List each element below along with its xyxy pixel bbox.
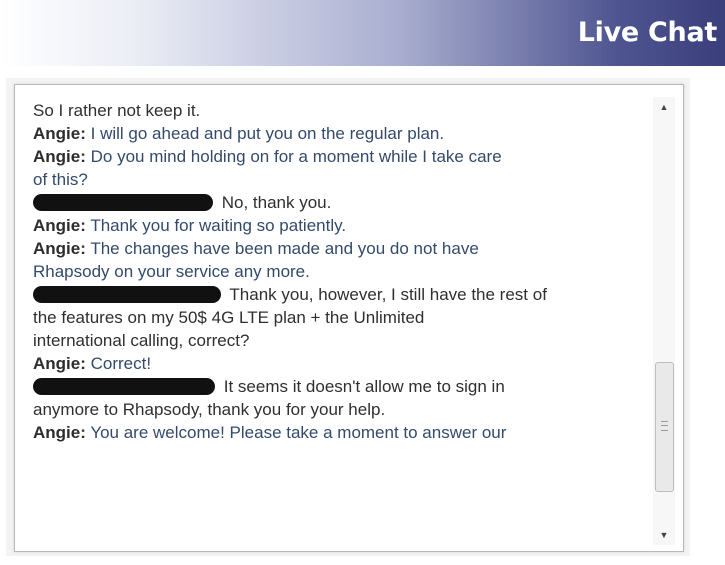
message-line: Angie: Do you mind holding on for a mome… [33,147,502,166]
agent-name: Angie: [33,124,86,143]
scroll-thumb[interactable] [655,362,674,492]
redacted-username [33,194,213,211]
message-line: Angie: Thank you for waiting so patientl… [33,216,347,235]
redacted-username [33,378,215,395]
message-line: Angie: The changes have been made and yo… [33,239,479,258]
agent-name: Angie: [33,239,86,258]
agent-name: Angie: [33,354,86,373]
agent-name: Angie: [33,423,86,442]
message-line: anymore to Rhapsody, thank you for your … [33,400,386,419]
live-chat-header: Live Chat [0,0,725,66]
header-title: Live Chat [577,17,718,48]
agent-name: Angie: [33,147,86,166]
message-line: Angie: Correct! [33,354,152,373]
message-line: It seems it doesn't allow me to sign in [33,375,645,398]
message-line: Rhapsody on your service any more. [33,262,310,281]
chat-transcript: So I rather not keep it. Angie: I will g… [33,99,645,444]
redacted-username [33,286,221,303]
agent-name: Angie: [33,216,86,235]
message-line: Thank you, however, I still have the res… [33,283,645,306]
message-line: Angie: You are welcome! Please take a mo… [33,423,507,442]
vertical-scrollbar[interactable]: ▲ ▼ [653,97,675,545]
message-line: So I rather not keep it. [33,101,201,120]
chat-transcript-panel[interactable]: So I rather not keep it. Angie: I will g… [14,84,684,552]
message-line: international calling, correct? [33,331,250,350]
message-line: of this? [33,170,88,189]
grip-icon [661,421,668,431]
scroll-down-icon[interactable]: ▼ [653,525,675,545]
scroll-up-icon[interactable]: ▲ [653,97,675,117]
message-line: the features on my 50$ 4G LTE plan + the… [33,308,425,327]
message-line: Angie: I will go ahead and put you on th… [33,124,445,143]
message-line: No, thank you. [33,191,645,214]
